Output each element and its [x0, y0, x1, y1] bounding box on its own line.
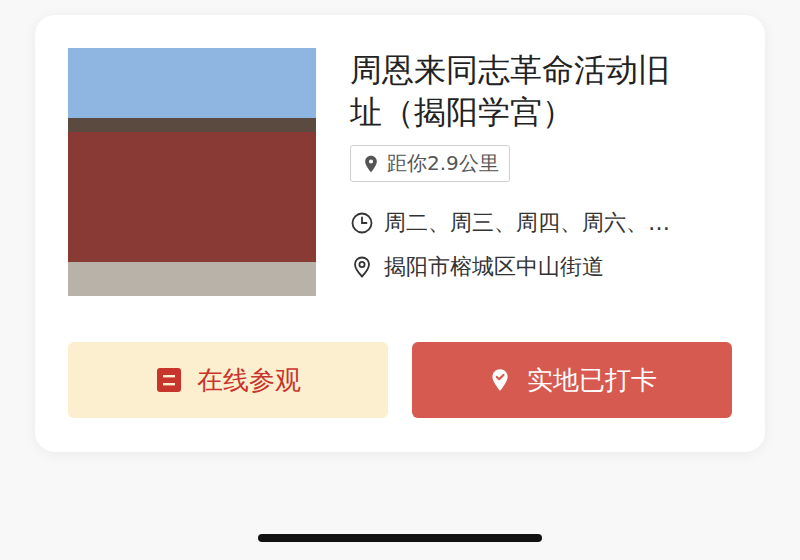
place-card[interactable]: 周恩来同志革命活动旧址（揭阳学宫） 距你2.9公里周二、周三、周四、周六、… 揭阳市… — [35, 15, 765, 452]
address-text: 揭阳市榕城区中山街道 — [384, 252, 604, 282]
location-check-icon — [487, 367, 513, 393]
online-visit-button[interactable]: 在线参观 — [68, 342, 388, 418]
place-title: 周恩来同志革命活动旧址（揭阳学宫） — [350, 50, 700, 133]
card-top: 周恩来同志革命活动旧址（揭阳学宫） 距你2.9公里周二、周三、周四、周六、… 揭阳市… — [68, 48, 732, 296]
hours-row: 周二、周三、周四、周六、… — [350, 208, 670, 238]
home-indicator — [258, 534, 542, 542]
address-row: 揭阳市榕城区中山街道 — [350, 252, 604, 282]
pin-icon — [361, 154, 381, 174]
distance-text: 距你2.9公里 — [387, 150, 499, 177]
place-photo — [68, 48, 316, 296]
online-visit-label: 在线参观 — [197, 363, 301, 398]
location-icon — [350, 255, 374, 279]
place-info: 周恩来同志革命活动旧址（揭阳学宫） 距你2.9公里周二、周三、周四、周六、… 揭阳市… — [350, 48, 732, 296]
hours-text: 周二、周三、周四、周六、… — [384, 208, 670, 238]
document-icon — [155, 366, 183, 394]
clock-icon — [350, 211, 374, 235]
checkin-label: 实地已打卡 — [527, 363, 657, 398]
screen: 周恩来同志革命活动旧址（揭阳学宫） 距你2.9公里周二、周三、周四、周六、… 揭阳市… — [0, 0, 800, 560]
checkin-button[interactable]: 实地已打卡 — [412, 342, 732, 418]
distance-badge: 距你2.9公里 — [350, 145, 510, 182]
card-actions: 在线参观 实地已打卡 — [68, 342, 732, 418]
